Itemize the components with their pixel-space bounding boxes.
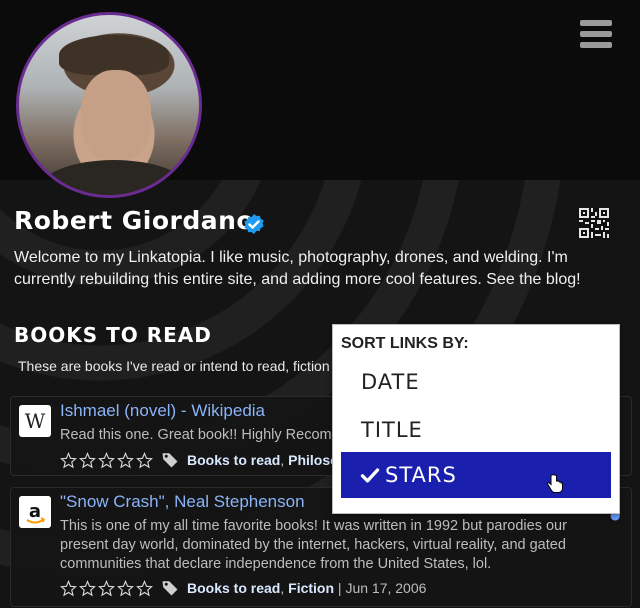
profile-name: Robert Giordano: [14, 206, 255, 235]
sort-option-stars[interactable]: STARS: [341, 452, 611, 498]
link-description: Read this one. Great book!! Highly Recom…: [60, 427, 335, 443]
star-outline-icon[interactable]: [79, 451, 96, 469]
link-title[interactable]: Ishmael (novel) - Wikipedia: [60, 401, 265, 421]
link-title[interactable]: "Snow Crash", Neal Stephenson: [60, 492, 305, 512]
avatar[interactable]: [16, 12, 202, 198]
avatar-shoulders: [39, 160, 189, 195]
star-rating[interactable]: [60, 451, 153, 469]
tag-link[interactable]: Fiction: [288, 580, 334, 596]
amazon-letter: a: [29, 501, 41, 522]
star-outline-icon[interactable]: [136, 451, 153, 469]
profile-bio: Welcome to my Linkatopia. I like music, …: [14, 249, 581, 288]
sort-menu-heading: SORT LINKS BY:: [341, 335, 469, 352]
sort-option-title[interactable]: TITLE: [341, 407, 611, 453]
sort-option-date[interactable]: DATE: [341, 359, 611, 405]
amazon-favicon: a: [19, 496, 51, 528]
star-outline-icon[interactable]: [60, 579, 77, 597]
star-outline-icon[interactable]: [117, 451, 134, 469]
section-title: BOOKS TO READ: [14, 323, 212, 347]
menu-icon[interactable]: [580, 20, 612, 48]
sort-option-stars-label: STARS: [385, 463, 457, 487]
star-outline-icon[interactable]: [98, 451, 115, 469]
verified-badge-icon: [244, 214, 264, 234]
avatar-face: [81, 70, 151, 160]
tag-separator: ,: [280, 452, 285, 468]
qr-code-icon[interactable]: [578, 207, 610, 239]
star-outline-icon[interactable]: [117, 579, 134, 597]
link-date: Jun 17, 2006: [345, 580, 427, 596]
avatar-hat: [59, 35, 169, 75]
tag-icon: [162, 581, 178, 596]
star-outline-icon[interactable]: [98, 579, 115, 597]
tag-separator: ,: [280, 580, 285, 596]
star-outline-icon[interactable]: [60, 451, 77, 469]
checkmark-icon: [360, 468, 380, 483]
link-description: This is one of my all time favorite book…: [60, 518, 567, 572]
star-rating[interactable]: [60, 579, 153, 597]
date-separator: |: [337, 580, 342, 596]
tag-link[interactable]: Books to read: [187, 580, 280, 596]
tag-icon: [162, 453, 178, 468]
wikipedia-favicon: W: [19, 405, 51, 437]
star-outline-icon[interactable]: [136, 579, 153, 597]
star-outline-icon[interactable]: [79, 579, 96, 597]
link-meta: Books to read , Fiction | Jun 17, 2006: [60, 579, 426, 597]
tag-link[interactable]: Books to read: [187, 452, 280, 468]
section-description: These are books I've read or intend to r…: [18, 358, 330, 374]
hand-cursor-icon: [547, 474, 563, 493]
sort-menu: SORT LINKS BY: DATE TITLE STARS: [332, 324, 620, 514]
